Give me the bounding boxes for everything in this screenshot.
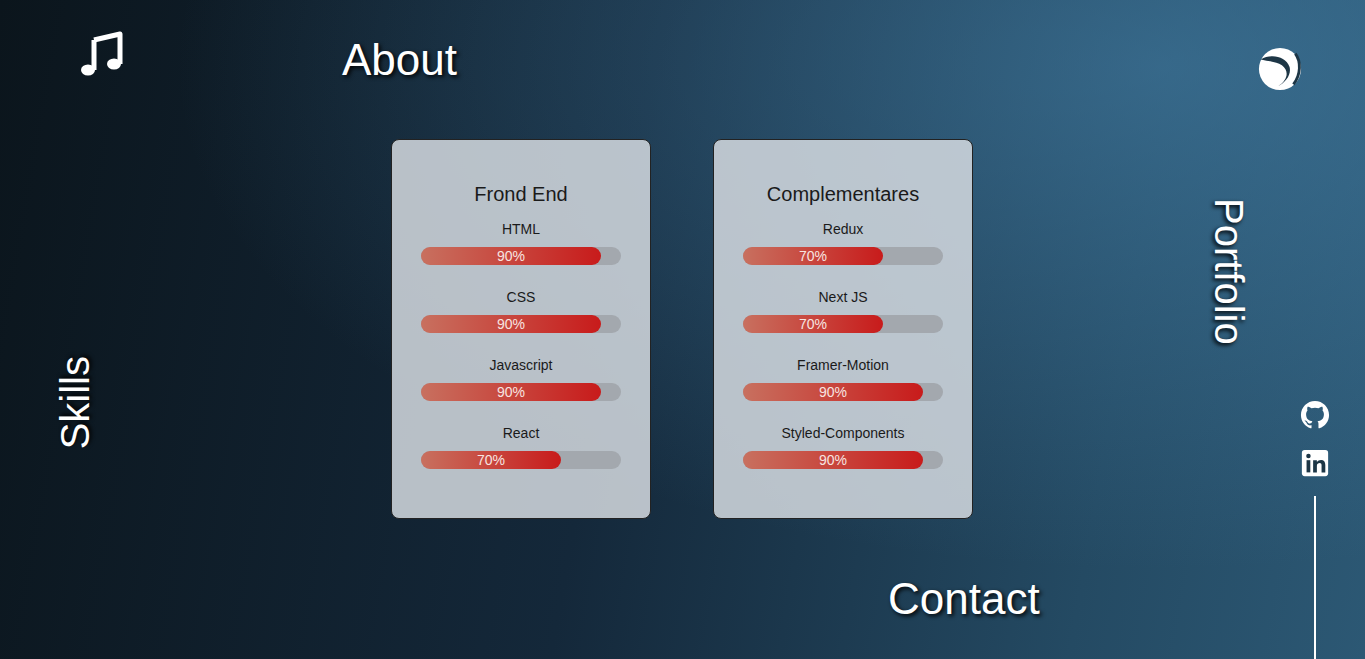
right-column: Portfolio (1190, 0, 1365, 659)
skill-bar: 90% (743, 383, 943, 401)
main-content: About Frond End HTML 90%CSS 90%Javascrip… (190, 0, 1190, 659)
left-column: Skills (0, 0, 190, 659)
skill-percent: 70% (477, 452, 505, 468)
skill-bar-fill: 90% (421, 383, 601, 401)
github-icon[interactable] (1300, 400, 1330, 430)
skill-bar: 90% (421, 247, 621, 265)
skill-item: Javascript 90% (421, 355, 621, 401)
about-link[interactable]: About (342, 36, 457, 84)
skill-bar: 70% (743, 315, 943, 333)
skill-item: HTML 90% (421, 219, 621, 265)
skill-item: Next JS 70% (743, 287, 943, 333)
skill-percent: 70% (799, 248, 827, 264)
page: Skills About Frond End HTML 90%CSS 90%Ja… (0, 0, 1365, 659)
skill-name: HTML (502, 219, 540, 239)
skill-bar-fill: 70% (743, 315, 883, 333)
social-links (1300, 400, 1330, 659)
skill-name: Styled-Components (782, 423, 905, 443)
skill-percent: 90% (497, 316, 525, 332)
skill-bar: 90% (421, 315, 621, 333)
skill-bar-fill: 90% (743, 451, 923, 469)
skill-item: CSS 90% (421, 287, 621, 333)
skill-percent: 90% (819, 384, 847, 400)
skill-name: Javascript (489, 355, 552, 375)
skills-link[interactable]: Skills (52, 356, 98, 449)
skill-item: Styled-Components 90% (743, 423, 943, 469)
skill-item: React 70% (421, 423, 621, 469)
skill-bar: 90% (743, 451, 943, 469)
skill-name: Next JS (818, 287, 867, 307)
contact-link[interactable]: Contact (888, 575, 1040, 623)
skill-item: Redux 70% (743, 219, 943, 265)
skill-item: Framer-Motion 90% (743, 355, 943, 401)
skill-bar-fill: 70% (743, 247, 883, 265)
linkedin-icon[interactable] (1300, 448, 1330, 478)
skill-bar-fill: 90% (421, 247, 601, 265)
skill-percent: 70% (799, 316, 827, 332)
skill-card: Complementares Redux 70%Next JS 70%Frame… (713, 139, 973, 519)
portfolio-link[interactable]: Portfolio (1206, 198, 1252, 345)
skill-bar-fill: 90% (743, 383, 923, 401)
social-divider-line (1314, 496, 1316, 659)
skill-bar: 70% (421, 451, 621, 469)
card-title: Complementares (767, 182, 919, 206)
skill-bar-fill: 90% (421, 315, 601, 333)
skill-bar: 70% (743, 247, 943, 265)
skill-cards: Frond End HTML 90%CSS 90%Javascript 90%R… (391, 139, 1190, 519)
skill-percent: 90% (819, 452, 847, 468)
skill-name: CSS (507, 287, 536, 307)
logo-icon[interactable] (1257, 46, 1303, 92)
skill-name: Framer-Motion (797, 355, 889, 375)
skill-name: Redux (823, 219, 863, 239)
card-title: Frond End (474, 182, 567, 206)
skill-bar: 90% (421, 383, 621, 401)
skill-percent: 90% (497, 384, 525, 400)
music-note-icon[interactable] (78, 30, 126, 78)
skill-percent: 90% (497, 248, 525, 264)
skill-card: Frond End HTML 90%CSS 90%Javascript 90%R… (391, 139, 651, 519)
skill-bar-fill: 70% (421, 451, 561, 469)
skill-name: React (503, 423, 540, 443)
